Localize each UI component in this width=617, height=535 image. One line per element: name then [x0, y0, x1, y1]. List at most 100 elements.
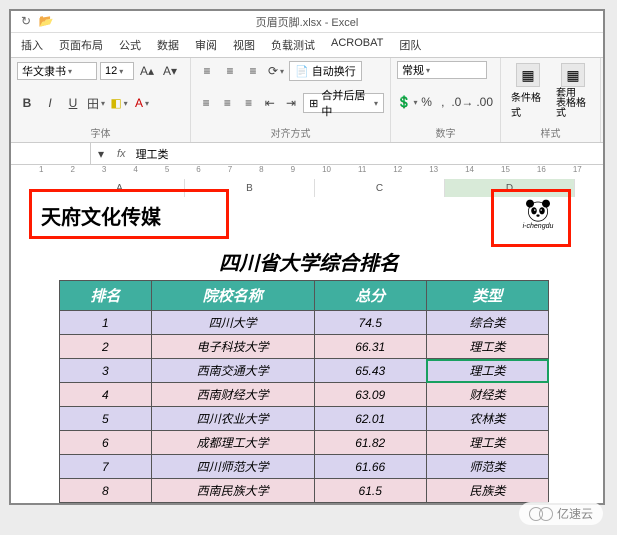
cell-score[interactable]: 66.31 [314, 335, 426, 359]
th-score[interactable]: 总分 [314, 281, 426, 311]
cell-name[interactable]: 四川师范大学 [151, 455, 314, 479]
decrease-decimal-button[interactable]: .00 [475, 92, 494, 112]
tab-review[interactable]: 审阅 [193, 35, 219, 55]
header-right-caption: i-chengdu [523, 223, 554, 230]
table-row: 2电子科技大学66.31理工类 [60, 335, 549, 359]
group-align-label: 对齐方式 [197, 125, 384, 140]
app-title: 页眉页脚.xlsx - Excel [256, 14, 359, 30]
font-size-select[interactable]: 12 [100, 62, 134, 80]
cell-score[interactable]: 63.09 [314, 383, 426, 407]
border-button[interactable]: 田 [86, 93, 106, 113]
cell-rank[interactable]: 1 [60, 311, 152, 335]
conditional-format-button[interactable]: ▦ 条件格式 [507, 61, 549, 121]
cell-type[interactable]: 财经类 [426, 383, 548, 407]
cell-score[interactable]: 62.01 [314, 407, 426, 431]
percent-button[interactable]: % [420, 92, 433, 112]
group-number: 常规 💲 % , .0→ .00 数字 [391, 58, 501, 142]
tab-team[interactable]: 团队 [397, 35, 423, 55]
table-format-button[interactable]: ▦ 套用 表格格式 [552, 61, 594, 121]
font-color-button[interactable]: A [132, 93, 152, 113]
bold-button[interactable]: B [17, 93, 37, 113]
cell-type[interactable]: 理工类 [426, 335, 548, 359]
name-box-dropdown[interactable]: ▾ [91, 144, 111, 164]
th-type[interactable]: 类型 [426, 281, 548, 311]
cell-score[interactable]: 61.66 [314, 455, 426, 479]
cell-rank[interactable]: 8 [60, 479, 152, 503]
table-row: 3西南交通大学65.43理工类 [60, 359, 549, 383]
cell-name[interactable]: 成都理工大学 [151, 431, 314, 455]
grow-font-button[interactable]: A▴ [137, 61, 157, 81]
cell-type[interactable]: 师范类 [426, 455, 548, 479]
align-center-button[interactable]: ≡ [218, 93, 236, 113]
cell-rank[interactable]: 4 [60, 383, 152, 407]
align-bottom-button[interactable]: ≡ [243, 61, 263, 81]
align-right-button[interactable]: ≡ [239, 93, 257, 113]
title-bar: 页眉页脚.xlsx - Excel [11, 11, 603, 33]
tab-data[interactable]: 数据 [155, 35, 181, 55]
cell-name[interactable]: 四川农业大学 [151, 407, 314, 431]
th-name[interactable]: 院校名称 [151, 281, 314, 311]
tab-layout[interactable]: 页面布局 [57, 35, 105, 55]
indent-decrease-button[interactable]: ⇤ [261, 93, 279, 113]
merge-button[interactable]: ⊞合并后居中 [303, 93, 384, 113]
tab-loadtest[interactable]: 负载测试 [269, 35, 317, 55]
cell-rank[interactable]: 6 [60, 431, 152, 455]
cell-type[interactable]: 理工类 [426, 359, 548, 383]
font-name-select[interactable]: 华文隶书 [17, 62, 97, 80]
ranking-table: 排名 院校名称 总分 类型 1四川大学74.5综合类2电子科技大学66.31理工… [59, 280, 549, 503]
italic-button[interactable]: I [40, 93, 60, 113]
table-row: 8西南民族大学61.5民族类 [60, 479, 549, 503]
cell-rank[interactable]: 3 [60, 359, 152, 383]
shrink-font-button[interactable]: A▾ [160, 61, 180, 81]
cell-rank[interactable]: 2 [60, 335, 152, 359]
indent-increase-button[interactable]: ⇥ [282, 93, 300, 113]
cell-score[interactable]: 74.5 [314, 311, 426, 335]
header-right-logo: i-chengdu [517, 197, 559, 235]
cell-score[interactable]: 61.82 [314, 431, 426, 455]
cell-name[interactable]: 电子科技大学 [151, 335, 314, 359]
cell-name[interactable]: 西南交通大学 [151, 359, 314, 383]
cell-name[interactable]: 四川大学 [151, 311, 314, 335]
table-row: 7四川师范大学61.66师范类 [60, 455, 549, 479]
align-top-button[interactable]: ≡ [197, 61, 217, 81]
group-number-label: 数字 [397, 125, 494, 140]
th-rank[interactable]: 排名 [60, 281, 152, 311]
fill-button[interactable]: ◧ [109, 93, 129, 113]
align-left-button[interactable]: ≡ [197, 93, 215, 113]
tab-acrobat[interactable]: ACROBAT [329, 35, 385, 55]
name-box[interactable] [11, 143, 91, 164]
tab-formulas[interactable]: 公式 [117, 35, 143, 55]
tab-insert[interactable]: 插入 [19, 35, 45, 55]
ribbon: 华文隶书 12 A▴ A▾ B I U 田 ◧ A 字体 ≡ ≡ ≡ ⟳ 📄自动… [11, 58, 603, 143]
comma-button[interactable]: , [436, 92, 449, 112]
number-format-select[interactable]: 常规 [397, 61, 487, 79]
align-middle-button[interactable]: ≡ [220, 61, 240, 81]
cell-name[interactable]: 西南民族大学 [151, 479, 314, 503]
group-styles-label: 样式 [507, 125, 594, 140]
group-font: 华文隶书 12 A▴ A▾ B I U 田 ◧ A 字体 [11, 58, 191, 142]
fx-icon[interactable]: fx [111, 148, 132, 160]
rotate-button[interactable]: ⟳ [266, 61, 286, 81]
formula-bar: ▾ fx 理工类 [11, 143, 603, 165]
group-font-label: 字体 [17, 125, 184, 140]
cell-type[interactable]: 民族类 [426, 479, 548, 503]
ruler: 1234567891011121314151617 [39, 165, 603, 179]
table-row: 4西南财经大学63.09财经类 [60, 383, 549, 407]
open-icon[interactable]: 📂 [39, 14, 53, 28]
cell-rank[interactable]: 5 [60, 407, 152, 431]
increase-decimal-button[interactable]: .0→ [452, 92, 472, 112]
cell-type[interactable]: 农林类 [426, 407, 548, 431]
cell-score[interactable]: 65.43 [314, 359, 426, 383]
cell-rank[interactable]: 7 [60, 455, 152, 479]
cell-type[interactable]: 理工类 [426, 431, 548, 455]
cell-score[interactable]: 61.5 [314, 479, 426, 503]
formula-input[interactable]: 理工类 [132, 146, 603, 162]
underline-button[interactable]: U [63, 93, 83, 113]
cell-type[interactable]: 综合类 [426, 311, 548, 335]
currency-button[interactable]: 💲 [397, 92, 417, 112]
wrap-text-button[interactable]: 📄自动换行 [289, 61, 362, 81]
cell-name[interactable]: 西南财经大学 [151, 383, 314, 407]
table-row: 6成都理工大学61.82理工类 [60, 431, 549, 455]
tab-view[interactable]: 视图 [231, 35, 257, 55]
redo-icon[interactable]: ↻ [19, 14, 33, 28]
